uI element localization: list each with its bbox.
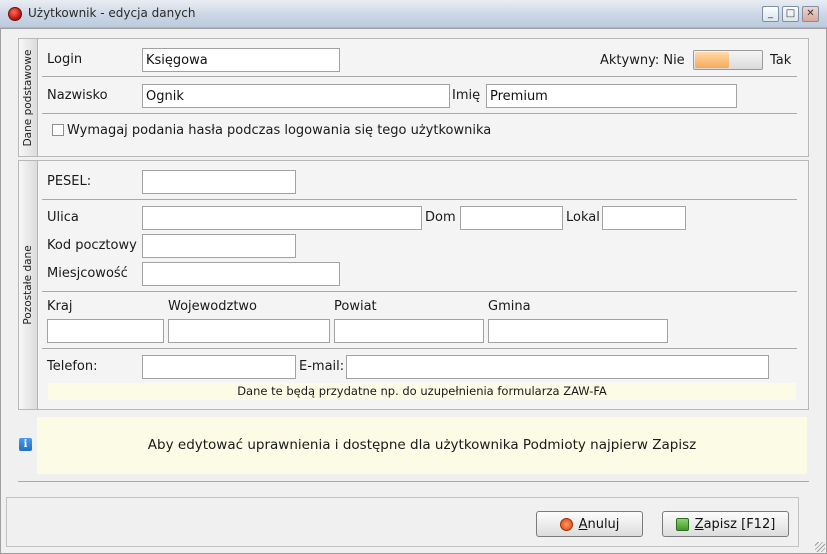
maximize-button[interactable]: □ — [782, 6, 799, 22]
app-icon — [8, 7, 22, 21]
voivodeship-label: Wojewodztwo — [168, 299, 258, 314]
basic-data-tab: Dane podstawowe — [19, 39, 38, 156]
flat-label: Lokal — [566, 210, 600, 225]
login-label: Login — [47, 52, 83, 67]
info-text: Aby edytować uprawnienia i dostępne dla … — [147, 437, 697, 453]
voivodeship-input[interactable] — [168, 319, 330, 343]
district-label: Powiat — [334, 299, 377, 314]
info-icon: i — [19, 438, 32, 451]
email-label: E-mail: — [299, 359, 345, 374]
district-input[interactable] — [334, 319, 484, 343]
commune-input[interactable] — [488, 319, 668, 343]
surname-label: Nazwisko — [47, 88, 108, 103]
firstname-input[interactable] — [486, 84, 737, 108]
login-input[interactable] — [142, 48, 340, 72]
cancel-icon — [559, 517, 573, 531]
phone-input[interactable] — [142, 355, 296, 379]
divider — [42, 199, 797, 200]
require-password-checkbox[interactable] — [52, 124, 64, 136]
active-toggle[interactable] — [693, 50, 763, 70]
resize-grip[interactable] — [815, 542, 825, 552]
divider — [42, 348, 797, 349]
firstname-label: Imię — [452, 88, 481, 103]
flat-input[interactable] — [602, 206, 686, 230]
house-label: Dom — [425, 210, 456, 225]
pesel-input[interactable] — [142, 170, 296, 194]
city-input[interactable] — [142, 262, 340, 286]
email-input[interactable] — [346, 355, 769, 379]
cancel-button[interactable]: Anuluj — [536, 511, 643, 537]
other-data-note: Dane te będą przydatne np. do uzupełnien… — [48, 383, 796, 400]
save-icon — [675, 517, 689, 531]
close-button[interactable]: ✕ — [802, 6, 819, 22]
other-data-tab-label: Pozostałe dane — [22, 245, 34, 325]
surname-input[interactable] — [142, 84, 450, 108]
street-input[interactable] — [142, 206, 422, 230]
city-label: Miesjcowość — [47, 266, 128, 281]
other-data-tab: Pozostałe dane — [19, 161, 38, 409]
commune-label: Gmina — [488, 299, 531, 314]
require-password-label: Wymagaj podania hasła podczas logowania … — [67, 123, 492, 138]
active-toggle-knob — [695, 52, 729, 68]
postcode-label: Kod pocztowy — [47, 238, 137, 253]
minimize-button[interactable]: _ — [762, 6, 779, 22]
active-label: Aktywny: Nie — [600, 53, 685, 68]
street-label: Ulica — [47, 210, 79, 225]
pesel-label: PESEL: — [47, 174, 92, 189]
house-input[interactable] — [460, 206, 563, 230]
divider — [42, 76, 797, 77]
cancel-label: Anuluj — [578, 516, 620, 532]
phone-label: Telefon: — [47, 359, 98, 374]
save-label: Zapisz [F12] — [694, 516, 776, 532]
basic-data-tab-label: Dane podstawowe — [22, 49, 34, 146]
country-input[interactable] — [47, 319, 164, 343]
country-label: Kraj — [47, 299, 73, 314]
divider — [42, 291, 797, 292]
save-button[interactable]: Zapisz [F12] — [662, 511, 789, 537]
divider — [18, 481, 809, 482]
divider — [42, 113, 797, 114]
active-on-label: Tak — [770, 53, 792, 68]
window-title: Użytkownik - edycja danych — [28, 6, 196, 20]
postcode-input[interactable] — [142, 234, 296, 258]
